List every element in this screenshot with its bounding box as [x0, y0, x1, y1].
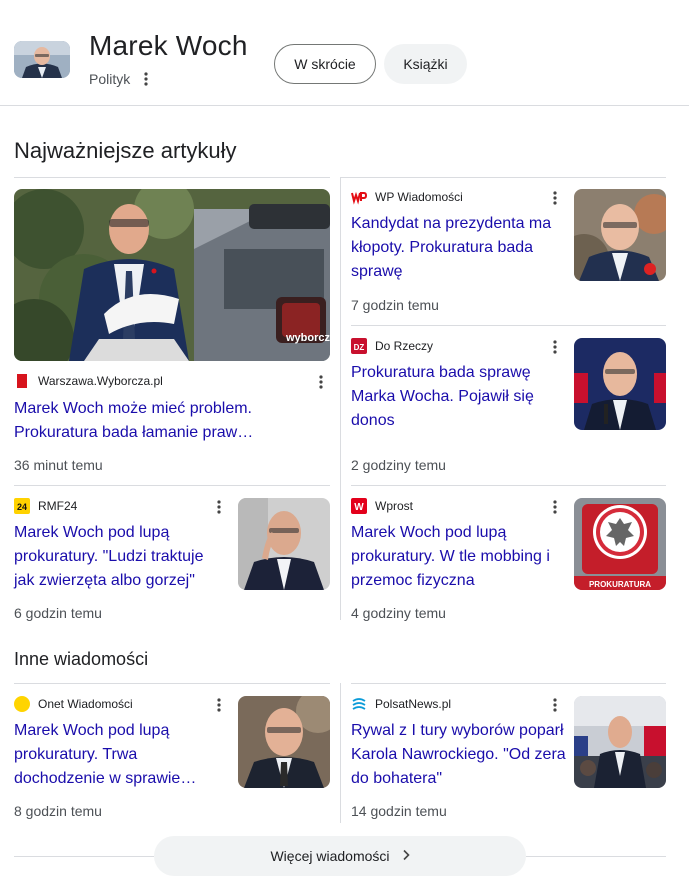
top-stories-heading: Najważniejsze artykuły	[14, 138, 237, 163]
wprost-logo-icon: W	[351, 498, 367, 514]
wp-logo-icon	[351, 189, 368, 205]
article-time: 6 godzin temu	[14, 605, 102, 621]
article-card[interactable]: W Wprost Marek Woch pod lupą prokuratury…	[351, 498, 666, 624]
source-name: Wprost	[375, 499, 414, 513]
chip-overview[interactable]: W skrócie	[274, 44, 376, 84]
article-source: W Wprost	[351, 498, 413, 514]
divider	[14, 856, 154, 857]
more-options-icon[interactable]	[213, 498, 225, 516]
more-options-icon[interactable]	[213, 696, 225, 714]
article-thumbnail	[574, 696, 666, 788]
chevron-right-icon	[402, 848, 410, 864]
divider	[341, 177, 666, 178]
source-name: Onet Wiadomości	[38, 697, 133, 711]
article-source: PolsatNews.pl	[351, 696, 451, 712]
divider	[14, 177, 330, 178]
article-source: 24 RMF24	[14, 498, 77, 514]
more-news-label: Więcej wiadomości	[270, 848, 390, 864]
article-source: Warszawa.Wyborcza.pl	[14, 373, 163, 389]
article-thumbnail	[574, 338, 666, 430]
article-time: 4 godziny temu	[351, 605, 446, 621]
svg-text:W: W	[354, 502, 364, 513]
image-watermark: wyborcza.pl	[285, 332, 330, 344]
divider	[14, 485, 330, 486]
divider	[14, 683, 330, 684]
featured-article[interactable]: wyborcza.pl Warszawa.Wyborcza.pl Marek W…	[14, 189, 330, 479]
article-headline[interactable]: Prokuratura bada sprawę Marka Wocha. Poj…	[351, 361, 561, 433]
more-options-icon[interactable]	[549, 498, 561, 516]
source-name: Warszawa.Wyborcza.pl	[38, 374, 163, 388]
article-card[interactable]: WP Wiadomości Kandydat na prezydenta ma …	[351, 189, 666, 319]
divider	[526, 856, 666, 857]
divider	[351, 683, 666, 684]
knowledge-header: Marek Woch Polityk W skrócie Książki	[0, 0, 689, 106]
more-options-icon[interactable]	[549, 338, 561, 356]
entity-title: Marek Woch	[89, 30, 248, 61]
article-headline[interactable]: Marek Woch pod lupą prokuratury. "Ludzi …	[14, 521, 219, 593]
rmf24-logo-icon: 24	[14, 498, 30, 514]
more-options-icon[interactable]	[315, 373, 327, 391]
avatar[interactable]	[14, 41, 70, 78]
featured-image: wyborcza.pl	[14, 189, 330, 361]
article-card[interactable]: 24 RMF24 Marek Woch pod lupą prokuratury…	[14, 498, 330, 624]
article-source: Onet Wiadomości	[14, 696, 133, 712]
svg-text:DZ: DZ	[354, 343, 365, 352]
polsat-logo-icon	[351, 696, 367, 712]
entity-subtitle: Polityk	[89, 71, 131, 87]
article-headline[interactable]: Marek Woch może mieć problem. Prokuratur…	[14, 397, 304, 445]
source-name: Do Rzeczy	[375, 339, 434, 353]
chip-books[interactable]: Książki	[384, 44, 467, 84]
more-options-icon[interactable]	[140, 70, 152, 88]
do-rzeczy-logo-icon: DZ	[351, 338, 367, 354]
article-headline[interactable]: Marek Woch pod lupą prokuratury. W tle m…	[351, 521, 561, 593]
divider	[340, 177, 341, 620]
source-name: PolsatNews.pl	[375, 697, 452, 711]
article-card[interactable]: DZ Do Rzeczy Prokuratura bada sprawę Mar…	[351, 338, 666, 476]
more-options-icon[interactable]	[549, 189, 561, 207]
image-caption: PROKURATURA	[589, 580, 651, 589]
article-source: DZ Do Rzeczy	[351, 338, 433, 354]
article-time: 7 godzin temu	[351, 297, 439, 313]
more-options-icon[interactable]	[549, 696, 561, 714]
article-card[interactable]: Onet Wiadomości Marek Woch pod lupą prok…	[14, 696, 330, 822]
article-time: 8 godzin temu	[14, 803, 102, 819]
article-thumbnail: PROKURATURA	[574, 498, 666, 590]
divider	[351, 325, 666, 326]
article-time: 36 minut temu	[14, 457, 103, 473]
article-thumbnail	[238, 696, 330, 788]
article-thumbnail	[238, 498, 330, 590]
article-headline[interactable]: Marek Woch pod lupą prokuratury. Trwa do…	[14, 719, 219, 791]
svg-text:24: 24	[17, 502, 27, 512]
other-news-heading: Inne wiadomości	[14, 649, 149, 669]
article-thumbnail	[574, 189, 666, 281]
article-headline[interactable]: Rywal z I tury wyborów poparł Karola Naw…	[351, 719, 567, 791]
source-name: RMF24	[38, 499, 78, 513]
wyborcza-logo-icon	[14, 373, 30, 389]
article-source: WP Wiadomości	[351, 189, 463, 205]
divider	[351, 485, 666, 486]
article-time: 2 godziny temu	[351, 457, 446, 473]
divider	[340, 683, 341, 823]
more-news-button[interactable]: Więcej wiadomości	[154, 836, 526, 876]
article-card[interactable]: PolsatNews.pl Rywal z I tury wyborów pop…	[351, 696, 666, 822]
source-name: WP Wiadomości	[375, 190, 463, 204]
onet-logo-icon	[14, 696, 30, 712]
article-headline[interactable]: Kandydat na prezydenta ma kłopoty. Proku…	[351, 212, 559, 284]
article-time: 14 godzin temu	[351, 803, 447, 819]
